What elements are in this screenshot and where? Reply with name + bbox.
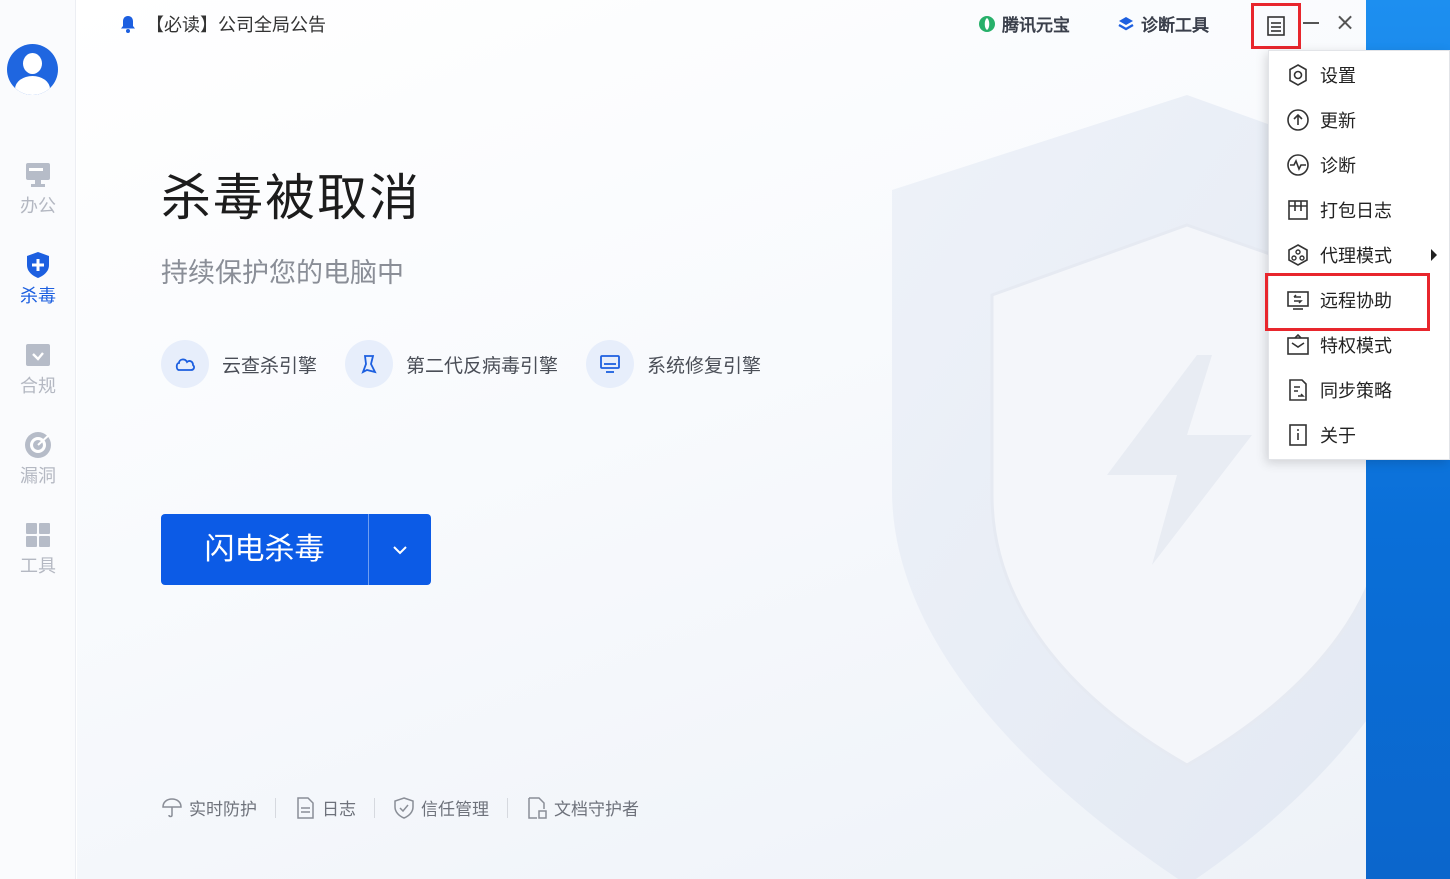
document-icon	[297, 796, 314, 819]
trust-management-link[interactable]: 信任管理	[393, 795, 489, 820]
engine-list: 云查杀引擎 第二代反病毒引擎 系统修复引擎	[161, 340, 789, 388]
target-icon	[25, 432, 51, 458]
engine-label: 云查杀引擎	[222, 354, 318, 377]
diagnose-tool-label: 诊断工具	[1141, 16, 1209, 36]
menu-item-diagnose[interactable]: 诊断	[1269, 142, 1450, 187]
shield-plus-icon	[27, 252, 49, 278]
log-link[interactable]: 日志	[294, 795, 356, 820]
umbrella-icon	[162, 797, 182, 817]
sync-policy-icon	[1289, 378, 1307, 401]
engine-label: 第二代反病毒引擎	[406, 354, 559, 377]
avatar[interactable]	[7, 44, 58, 95]
page-title: 杀毒被取消	[161, 169, 421, 227]
update-icon	[1287, 108, 1309, 131]
sidebar-item-label: 工具	[20, 556, 56, 577]
engine-item: 云查杀引擎	[161, 340, 317, 388]
yuanbao-label: 腾讯元宝	[1002, 16, 1070, 36]
engine-item: 系统修复引擎	[586, 340, 761, 388]
grid-icon	[26, 523, 50, 547]
menu-icon	[1267, 16, 1285, 36]
main-menu-dropdown: 设置 更新 诊断 打包日志 代理模式 远程协助 特权模式 同步策略 关于	[1268, 50, 1450, 460]
menu-item-update[interactable]: 更新	[1269, 97, 1450, 142]
menu-item-settings[interactable]: 设置	[1269, 52, 1450, 97]
menu-item-package-log[interactable]: 打包日志	[1269, 187, 1450, 232]
menu-item-label: 诊断	[1320, 155, 1356, 177]
notice-bar[interactable]: 【必读】公司全局公告	[120, 11, 326, 37]
pulse-icon	[1287, 153, 1309, 176]
menu-item-label: 设置	[1320, 65, 1356, 87]
scan-options-button[interactable]	[369, 514, 431, 585]
sidebar-item-vuln[interactable]: 漏洞	[0, 430, 76, 500]
submenu-arrow-icon	[1431, 249, 1437, 261]
menu-item-sync-policy[interactable]: 同步策略	[1269, 367, 1450, 412]
menu-button[interactable]	[1251, 3, 1301, 49]
realtime-protection-link[interactable]: 实时防护	[161, 795, 257, 820]
menu-item-label: 同步策略	[1320, 380, 1392, 402]
menu-item-label: 关于	[1320, 425, 1356, 447]
engine-label: 系统修复引擎	[647, 354, 762, 377]
engine-item: 第二代反病毒引擎	[345, 340, 558, 388]
sidebar: 办公 杀毒 合规 漏洞 工具	[0, 0, 76, 879]
monitor-repair-icon	[600, 355, 620, 373]
app-window: 办公 杀毒 合规 漏洞 工具 【必读】公司全局公告 腾讯元宝 诊断工具 × 杀毒…	[0, 0, 1366, 879]
cloud-icon	[175, 358, 195, 371]
about-icon	[1289, 423, 1307, 446]
sidebar-item-tools[interactable]: 工具	[0, 520, 76, 590]
remote-assist-icon	[1287, 290, 1309, 310]
bell-icon	[121, 16, 135, 33]
close-button[interactable]: ×	[1331, 6, 1359, 38]
settings-icon	[1289, 63, 1307, 86]
main-panel: 【必读】公司全局公告 腾讯元宝 诊断工具 × 杀毒被取消 持续保护您的电脑中 云…	[77, 0, 1366, 879]
sidebar-item-office[interactable]: 办公	[0, 160, 76, 230]
package-log-icon	[1288, 199, 1308, 220]
menu-item-about[interactable]: 关于	[1269, 412, 1450, 457]
quick-scan-button-group: 闪电杀毒	[161, 514, 431, 585]
privilege-icon	[1287, 333, 1309, 355]
footer-bar: 实时防护 日志 信任管理 文档守护者	[161, 795, 639, 820]
menu-item-label: 特权模式	[1320, 335, 1392, 357]
sidebar-item-label: 漏洞	[20, 466, 56, 487]
bug-icon	[361, 355, 377, 374]
compliance-icon	[26, 344, 50, 366]
proxy-icon	[1288, 243, 1308, 266]
menu-item-proxy-mode[interactable]: 代理模式	[1269, 232, 1450, 277]
quick-scan-button[interactable]: 闪电杀毒	[161, 514, 368, 585]
diagnose-tool-icon	[1118, 16, 1134, 30]
sidebar-item-compliance[interactable]: 合规	[0, 340, 76, 410]
chevron-down-icon	[393, 545, 407, 554]
yuanbao-icon	[979, 15, 995, 32]
menu-item-privilege-mode[interactable]: 特权模式	[1269, 322, 1450, 367]
sidebar-item-label: 办公	[20, 196, 56, 217]
menu-item-remote-assist[interactable]: 远程协助	[1269, 277, 1450, 322]
notice-text: 【必读】公司全局公告	[146, 15, 326, 36]
page-subtitle: 持续保护您的电脑中	[161, 258, 404, 289]
sidebar-item-antivirus[interactable]: 杀毒	[0, 250, 76, 320]
document-guardian-link[interactable]: 文档守护者	[526, 795, 639, 820]
menu-item-label: 更新	[1320, 110, 1356, 132]
diagnose-tool-link[interactable]: 诊断工具	[1117, 11, 1209, 36]
sidebar-item-label: 杀毒	[20, 286, 56, 307]
minimize-button[interactable]	[1301, 6, 1325, 38]
footer-label: 信任管理	[421, 800, 489, 820]
footer-label: 实时防护	[189, 800, 257, 820]
shield-check-icon	[394, 796, 414, 819]
monitor-icon	[26, 163, 50, 187]
yuanbao-link[interactable]: 腾讯元宝	[978, 11, 1070, 36]
menu-item-label: 代理模式	[1320, 245, 1392, 267]
footer-label: 文档守护者	[554, 800, 639, 820]
file-guard-icon	[528, 796, 547, 819]
menu-item-label: 远程协助	[1320, 290, 1392, 312]
sidebar-item-label: 合规	[20, 376, 56, 397]
footer-label: 日志	[322, 800, 356, 820]
menu-item-label: 打包日志	[1320, 200, 1392, 222]
